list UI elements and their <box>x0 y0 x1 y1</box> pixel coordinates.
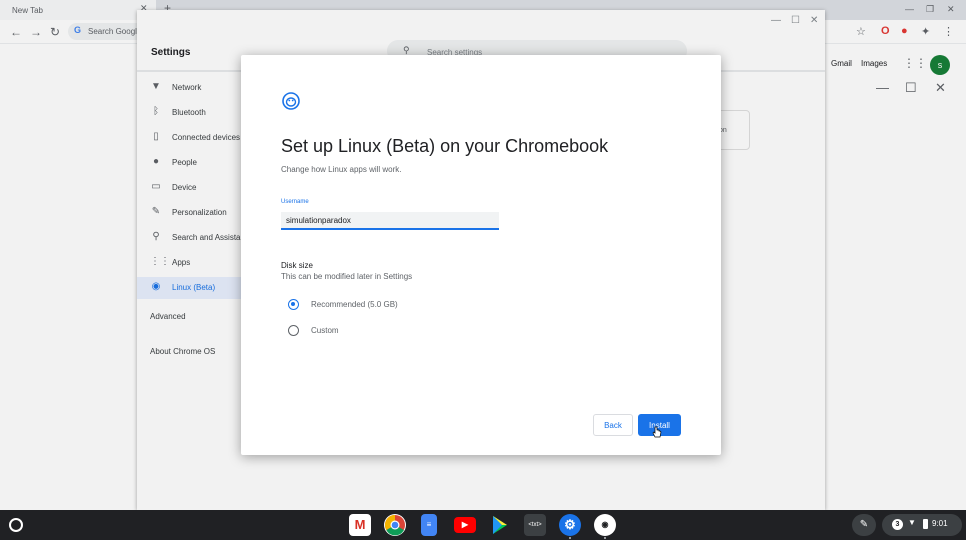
linux-setup-dialog: Set up Linux (Beta) on your Chromebook C… <box>241 55 721 455</box>
running-indicator <box>604 537 606 539</box>
youtube-icon[interactable]: ▶ <box>454 517 476 533</box>
chrome-icon[interactable] <box>384 514 406 536</box>
launcher-button[interactable] <box>9 518 23 532</box>
play-store-icon[interactable] <box>489 514 511 536</box>
shelf <box>0 510 966 540</box>
notification-count-badge: 3 <box>892 519 903 530</box>
back-button[interactable]: Back <box>593 414 633 436</box>
running-indicator <box>569 537 571 539</box>
linux-penguin-icon[interactable]: ◉ <box>594 514 616 536</box>
gmail-icon[interactable]: M <box>349 514 371 536</box>
clock: 9:01 <box>932 519 948 528</box>
username-field[interactable] <box>281 212 499 230</box>
terminal-icon[interactable]: <txt> <box>524 514 546 536</box>
docs-icon[interactable]: ≡ <box>421 514 437 536</box>
disk-size-description: This can be modified later in Settings <box>281 272 413 281</box>
linux-penguin-icon <box>282 92 300 110</box>
username-label: Username <box>281 199 309 205</box>
stylus-pen-icon[interactable]: ✎ <box>852 514 876 536</box>
disk-size-heading: Disk size <box>281 261 314 270</box>
wifi-icon: ▼ <box>908 518 916 527</box>
recommended-label[interactable]: Recommended (5.0 GB) <box>311 300 398 309</box>
hand-cursor-icon <box>652 426 662 438</box>
custom-label[interactable]: Custom <box>311 326 339 335</box>
battery-icon <box>923 519 928 529</box>
dialog-title: Set up Linux (Beta) on your Chromebook <box>281 136 609 156</box>
recommended-radio[interactable] <box>288 299 299 310</box>
dialog-subtitle: Change how Linux apps will work. <box>281 165 402 174</box>
custom-radio[interactable] <box>288 325 299 336</box>
settings-icon[interactable]: ⚙ <box>559 514 581 536</box>
